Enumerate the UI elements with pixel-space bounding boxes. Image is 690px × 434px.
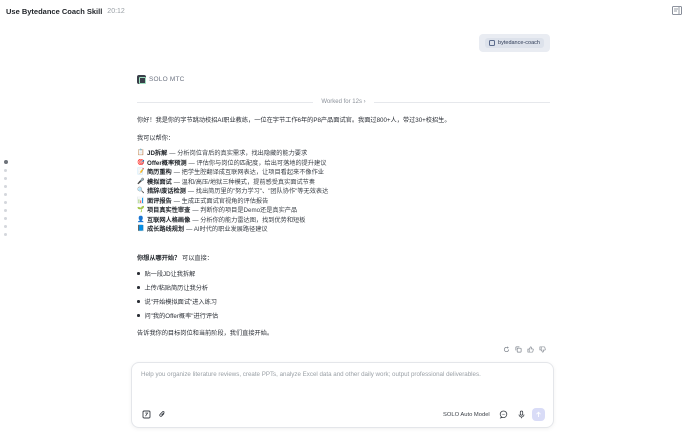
feature-desc: — 找出简历里的"努力学习"、"团队协作"等无效表达 xyxy=(187,188,329,195)
send-button[interactable] xyxy=(532,408,545,421)
agent-avatar xyxy=(137,75,146,84)
target-icon: 🎯 xyxy=(137,159,145,166)
skill-icon xyxy=(489,40,496,46)
bullet-dot xyxy=(137,272,140,275)
list-item-text: 说"开始模拟面试"进入练习 xyxy=(144,299,217,306)
user-message-bubble: bytedance-coach xyxy=(479,34,550,52)
message-actions xyxy=(503,346,546,353)
can-help-text: 我可以帮你： xyxy=(137,135,175,142)
list-item: 说"开始模拟面试"进入练习 xyxy=(137,297,217,306)
session-title: Use Bytedance Coach Skill xyxy=(6,6,103,16)
composer-input[interactable]: Help you organize literature reviews, cr… xyxy=(141,371,481,378)
start-question: 你想从哪开始？ xyxy=(137,255,181,262)
top-bar: Use Bytedance Coach Skill 20:12 xyxy=(0,0,690,22)
feature-name: 成长路线规划 xyxy=(147,226,185,233)
nav-dot[interactable] xyxy=(4,169,7,172)
intro-text: 你好！我是你的字节跳动校招AI职业教练，一位在字节工作6年的P8产品面试官。我面… xyxy=(137,117,451,124)
nav-dot[interactable] xyxy=(4,209,7,212)
worked-for-label[interactable]: Worked for 12s › xyxy=(313,99,373,105)
nav-dot[interactable] xyxy=(4,193,7,196)
feature-desc: — 分析你的能力雷达图，找到优势和短板 xyxy=(192,216,306,224)
divider-line-right xyxy=(373,101,550,103)
nav-dot[interactable] xyxy=(4,225,7,228)
feature-desc: — 把学生腔翻译成互联网表达，让项目看起来不像作业 xyxy=(173,169,324,176)
thumbs-down-icon[interactable] xyxy=(539,346,546,353)
nav-dot[interactable] xyxy=(4,217,7,220)
nav-dot[interactable] xyxy=(4,233,7,236)
nav-dot[interactable] xyxy=(3,160,8,164)
skill-chip[interactable]: bytedance-coach xyxy=(485,38,544,48)
skill-chip-label: bytedance-coach xyxy=(498,40,540,46)
feature-name: 面评报告 xyxy=(147,197,172,205)
model-selector[interactable]: SOLO Auto Model xyxy=(443,412,490,418)
feature-item: 🔍 措辞/废话检测 — 找出简历里的"努力学习"、"团队协作"等无效表达 xyxy=(137,186,328,195)
bullet-dot xyxy=(137,314,140,317)
microphone-icon[interactable] xyxy=(517,410,526,419)
start-hint: 可以直接： xyxy=(182,255,213,262)
magnifier-icon: 🔍 xyxy=(137,188,145,194)
attachment-icon[interactable] xyxy=(158,410,167,419)
feature-name: 措辞/废话检测 xyxy=(147,188,186,195)
bullet-dot xyxy=(137,300,140,303)
feature-name: JD拆解 xyxy=(147,150,168,157)
nav-dot[interactable] xyxy=(4,185,7,188)
person-icon: 👤 xyxy=(137,216,145,223)
feature-desc: — 评估你与岗位的匹配度，给出可落地的提升建议 xyxy=(188,159,327,167)
worked-for-divider[interactable]: Worked for 12s › xyxy=(137,98,550,106)
feature-name: 互联网人格画像 xyxy=(147,216,191,224)
feature-item: 📝 简历重构 — 把学生腔翻译成互联网表达，让项目看起来不像作业 xyxy=(137,167,324,176)
skill-icon[interactable] xyxy=(142,410,151,419)
divider-line-left xyxy=(137,101,314,103)
feature-item: 👤 互联网人格画像 — 分析你的能力雷达图，找到优势和短板 xyxy=(137,215,305,224)
list-item: 问"我的Offer概率"进行评估 xyxy=(137,311,218,320)
agent-header: SOLO MTC xyxy=(137,75,185,84)
chat-mode-icon[interactable] xyxy=(499,410,508,419)
worked-for-text: Worked for 12s xyxy=(321,99,362,105)
feature-name: 模拟面试 xyxy=(147,178,172,186)
sidebar-toggle-icon[interactable] xyxy=(672,6,682,15)
feature-item: 🎤 模拟面试 — 温和/高压/地狱三种模式，提前感受真实面试节奏 xyxy=(137,177,315,186)
book-icon: 📘 xyxy=(137,226,145,232)
feature-desc: — AI时代的职业发展路径建议 xyxy=(186,226,268,233)
arrow-up-icon xyxy=(536,411,541,417)
message-composer[interactable]: Help you organize literature reviews, cr… xyxy=(131,362,554,428)
chevron-right-icon: › xyxy=(363,99,366,105)
feature-item: 📋 JD拆解 — 分析岗位背后的真实需求，找出隐藏的能力要求 xyxy=(137,148,307,157)
list-item: 上传/粘贴简历让我分析 xyxy=(137,283,208,292)
agent-name: SOLO MTC xyxy=(149,76,185,83)
nav-dot[interactable] xyxy=(4,177,7,180)
feature-name: 项目真实性审查 xyxy=(147,207,191,214)
closing-text: 告诉我你的目标岗位和当前阶段，我们直接开始。 xyxy=(137,330,274,337)
list-item-text: 贴一段JD让我拆解 xyxy=(144,271,196,278)
thumbs-up-icon[interactable] xyxy=(527,346,534,353)
feature-item: 🌱 项目真实性审查 — 判断你的项目是Demo还是真实产品 xyxy=(137,205,297,214)
nav-dot[interactable] xyxy=(4,201,7,204)
memo-icon: 📝 xyxy=(137,169,145,175)
feature-item: 📘 成长路线规划 — AI时代的职业发展路径建议 xyxy=(137,224,268,233)
feature-desc: — 判断你的项目是Demo还是真实产品 xyxy=(192,207,298,214)
seedling-icon: 🌱 xyxy=(137,207,145,213)
feature-desc: — 分析岗位背后的真实需求，找出隐藏的能力要求 xyxy=(169,150,308,157)
conversation-navigator xyxy=(3,160,8,236)
feature-desc: — 生成正式面试官视角的评估报告 xyxy=(173,197,269,205)
mic-icon: 🎤 xyxy=(137,178,145,185)
bullet-dot xyxy=(137,286,140,289)
chart-icon: 📊 xyxy=(137,197,145,204)
session-time: 20:12 xyxy=(107,7,125,15)
feature-item: 📊 面评报告 — 生成正式面试官视角的评估报告 xyxy=(137,196,268,205)
clipboard-icon: 📋 xyxy=(137,150,145,156)
list-item: 贴一段JD让我拆解 xyxy=(137,269,195,278)
list-item-text: 上传/粘贴简历让我分析 xyxy=(144,285,209,292)
start-prompt: 你想从哪开始？ 可以直接： xyxy=(137,253,213,262)
copy-icon[interactable] xyxy=(515,346,522,353)
feature-desc: — 温和/高压/地狱三种模式，提前感受真实面试节奏 xyxy=(173,178,316,186)
feature-name: Offer概率预测 xyxy=(147,159,187,167)
list-item-text: 问"我的Offer概率"进行评估 xyxy=(144,313,219,320)
refresh-icon[interactable] xyxy=(503,346,510,353)
feature-name: 简历重构 xyxy=(147,169,172,176)
feature-item: 🎯 Offer概率预测 — 评估你与岗位的匹配度，给出可落地的提升建议 xyxy=(137,158,326,167)
